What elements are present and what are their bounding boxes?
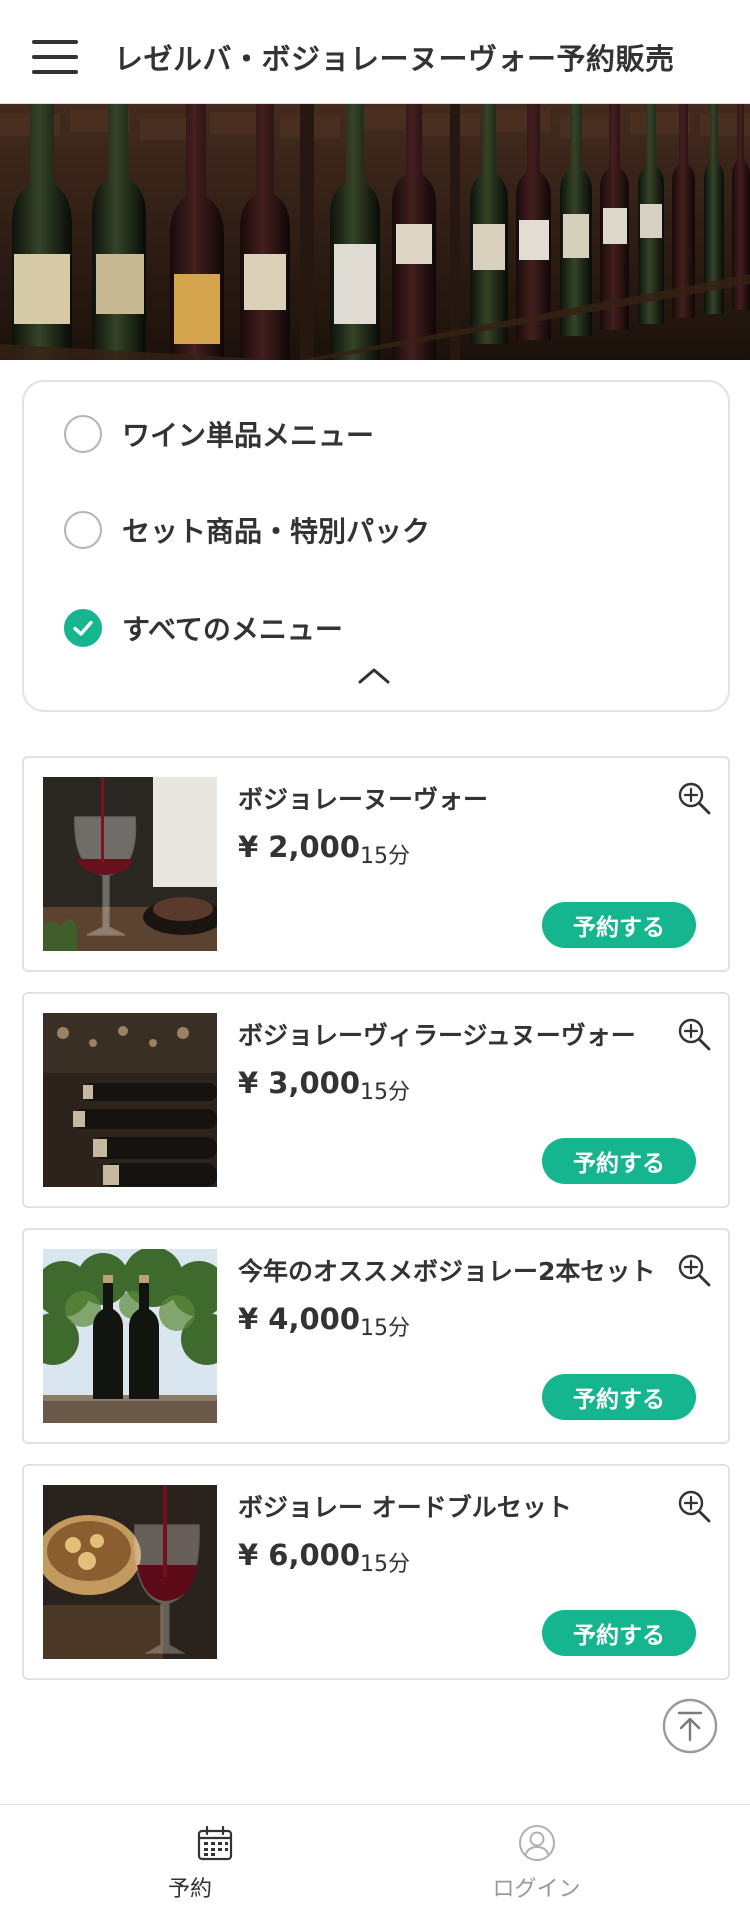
radio-unchecked-icon[interactable] (64, 511, 102, 549)
calendar-icon (195, 1823, 235, 1863)
product-name: ボジョレーヌーヴォー (238, 785, 489, 814)
filter-option-label: ワイン単品メニュー (122, 419, 375, 452)
reserve-button[interactable]: 予約する (542, 1610, 696, 1656)
product-name: ボジョレーヴィラージュヌーヴォー (238, 1021, 636, 1050)
scroll-to-top-icon[interactable] (662, 1698, 718, 1754)
product-duration: 15分 (360, 844, 410, 869)
product-card: ボジョレー オードブルセット ¥ 6,000 15分 予約する (22, 1464, 730, 1680)
product-price: ¥ 4,000 (238, 1302, 361, 1336)
menu-filter-panel: ワイン単品メニュー セット商品・特別パック すべてのメニュー (22, 380, 730, 712)
nav-item-reservation[interactable]: 予約 (27, 1805, 403, 1909)
bottom-navigation: 予約 ログイン (0, 1804, 750, 1909)
radio-checked-icon[interactable] (64, 609, 102, 647)
hero-image (0, 104, 750, 360)
product-duration: 15分 (360, 1316, 410, 1341)
product-card: ボジョレーヌーヴォー ¥ 2,000 15分 予約する (22, 756, 730, 972)
nav-label: ログイン (492, 1877, 581, 1902)
product-image (43, 777, 217, 951)
product-name: 今年のオススメボジョレー2本セット (238, 1257, 656, 1286)
chevron-up-icon[interactable] (354, 662, 394, 688)
product-duration: 15分 (360, 1080, 410, 1105)
radio-unchecked-icon[interactable] (64, 415, 102, 453)
product-card: 今年のオススメボジョレー2本セット ¥ 4,000 15分 予約する (22, 1228, 730, 1444)
page-title: レゼルバ・ボジョレーヌーヴォー予約販売 (114, 42, 675, 76)
product-price: ¥ 2,000 (238, 830, 361, 864)
filter-option-label: セット商品・特別パック (122, 515, 431, 548)
product-image (43, 1013, 217, 1187)
filter-option-set-products[interactable]: セット商品・特別パック (64, 508, 430, 552)
product-image (43, 1249, 217, 1423)
filter-option-all-menu[interactable]: すべてのメニュー (64, 606, 343, 650)
product-price: ¥ 3,000 (238, 1066, 361, 1100)
hamburger-menu-icon[interactable] (32, 40, 78, 74)
nav-item-login[interactable]: ログイン (375, 1805, 750, 1909)
product-image (43, 1485, 217, 1659)
user-icon (517, 1823, 557, 1863)
product-card: ボジョレーヴィラージュヌーヴォー ¥ 3,000 15分 予約する (22, 992, 730, 1208)
reserve-button[interactable]: 予約する (542, 902, 696, 948)
nav-label: 予約 (167, 1877, 212, 1902)
zoom-in-icon[interactable] (676, 1016, 712, 1052)
filter-option-wine-single[interactable]: ワイン単品メニュー (64, 412, 374, 456)
zoom-in-icon[interactable] (676, 1488, 712, 1524)
product-duration: 15分 (360, 1552, 410, 1577)
reserve-button[interactable]: 予約する (542, 1374, 696, 1420)
zoom-in-icon[interactable] (676, 1252, 712, 1288)
product-name: ボジョレー オードブルセット (238, 1493, 572, 1522)
zoom-in-icon[interactable] (676, 780, 712, 816)
filter-option-label: すべてのメニュー (122, 613, 343, 646)
reserve-button[interactable]: 予約する (542, 1138, 696, 1184)
app-header: レゼルバ・ボジョレーヌーヴォー予約販売 (0, 0, 750, 104)
product-price: ¥ 6,000 (238, 1538, 361, 1572)
